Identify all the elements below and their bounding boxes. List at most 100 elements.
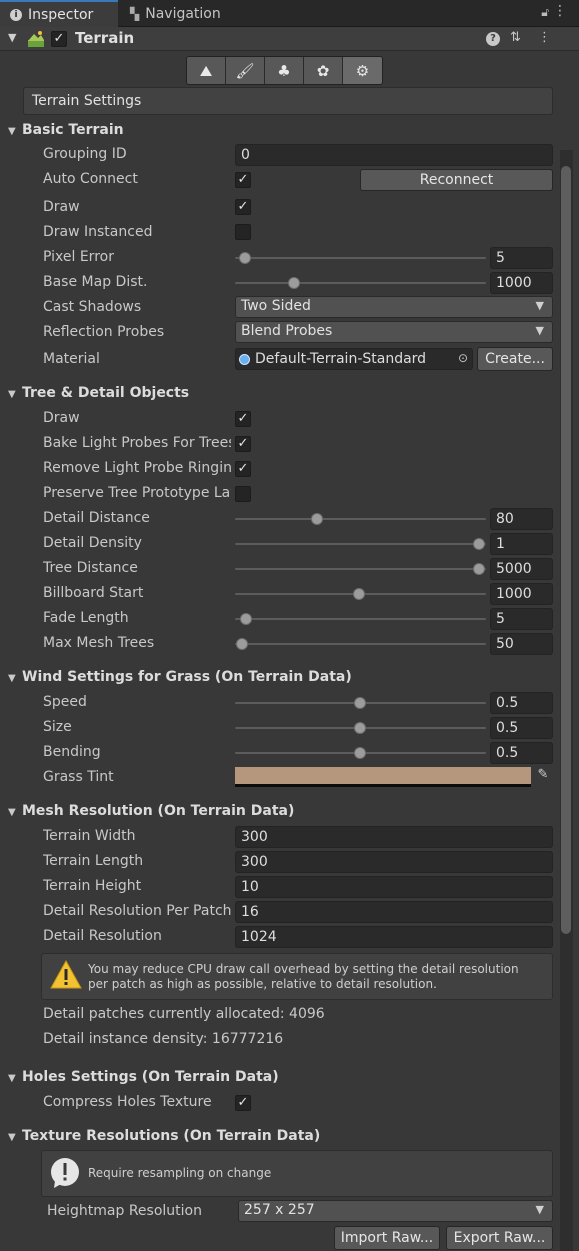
terrain-settings-gear-icon[interactable]: ⚙︎ [343,57,382,84]
fade-length-slider-track[interactable] [235,618,486,620]
billboard-start-slider-thumb[interactable] [353,588,365,600]
tree-detail-foldout[interactable]: ▼ Tree & Detail Objects [8,385,189,401]
detail-resolution-warning-box: You may reduce CPU draw call overhead by… [41,953,553,1000]
max-mesh-trees-field[interactable]: 50 [490,633,553,655]
detail-density-field[interactable]: 1 [490,533,553,555]
warning-icon [50,960,82,989]
eyedropper-icon[interactable]: ✎ [533,767,553,787]
bake-light-probes-label: Bake Light Probes For Trees [43,435,231,451]
auto-connect-checkbox[interactable]: ✓ [235,172,251,188]
compress-holes-checkbox[interactable]: ✓ [235,1095,251,1111]
lock-icon[interactable]: 🔓︎ [541,5,549,20]
scrollbar-thumb[interactable] [561,166,571,934]
holes-settings-foldout[interactable]: ▼ Holes Settings (On Terrain Data) [8,1069,279,1085]
terrain-length-field[interactable]: 300 [235,851,553,873]
tree-draw-checkbox[interactable]: ✓ [235,411,251,427]
base-map-dist-slider-thumb[interactable] [288,277,300,289]
max-mesh-trees-slider-thumb[interactable] [236,638,248,650]
mesh-resolution-foldout[interactable]: ▼ Mesh Resolution (On Terrain Data) [8,803,294,819]
pixel-error-slider-thumb[interactable] [239,252,251,264]
tab-inspector[interactable]: i Inspector [0,0,118,27]
wind-speed-field[interactable]: 0.5 [490,692,553,714]
preserve-tree-prototype-checkbox[interactable] [235,486,251,502]
inspector-scrollbar[interactable] [560,150,573,1251]
preset-icon[interactable]: ⇅ [510,30,521,45]
grouping-id-field[interactable]: 0 [235,144,553,166]
detail-distance-slider-track[interactable] [235,518,486,520]
draw-instanced-checkbox[interactable] [235,224,251,240]
cast-shadows-dropdown[interactable]: Two Sided ▼ [235,296,553,318]
foldout-arrow-icon[interactable]: ▼ [8,31,16,44]
detail-density-slider-track[interactable] [235,543,486,545]
wind-settings-header: Wind Settings for Grass (On Terrain Data… [22,669,352,685]
fade-length-slider-thumb[interactable] [240,613,252,625]
grass-tint-color-field[interactable] [235,767,531,787]
pixel-error-field[interactable]: 5 [490,247,553,269]
component-title: Terrain [75,29,135,47]
tree-distance-slider-track[interactable] [235,568,486,570]
wind-bending-label: Bending [43,744,101,760]
pixel-error-slider-track[interactable] [235,257,486,259]
billboard-start-field[interactable]: 1000 [490,583,553,605]
mesh-resolution-header: Mesh Resolution (On Terrain Data) [22,803,295,819]
reconnect-button[interactable]: Reconnect [360,169,553,191]
dropdown-caret-icon: ▼ [535,324,544,337]
texture-resolutions-foldout[interactable]: ▼ Texture Resolutions (On Terrain Data) [8,1128,320,1144]
holes-settings-header: Holes Settings (On Terrain Data) [22,1069,279,1085]
wind-size-slider-thumb[interactable] [354,722,366,734]
wind-speed-slider-thumb[interactable] [354,697,366,709]
detail-resolution-label: Detail Resolution [43,928,162,944]
tab-navigation[interactable]: ▚ Navigation [120,0,231,27]
tree-draw-label: Draw [43,410,80,426]
component-enabled-checkbox[interactable]: ✓ [51,31,67,47]
tree-distance-field[interactable]: 5000 [490,558,553,580]
export-raw-button[interactable]: Export Raw... [446,1226,553,1250]
wind-size-field[interactable]: 0.5 [490,717,553,739]
wind-bending-field[interactable]: 0.5 [490,742,553,764]
detail-distance-label: Detail Distance [43,510,150,526]
draw-checkbox[interactable]: ✓ [235,199,251,215]
draw-label: Draw [43,199,80,215]
detail-distance-slider-thumb[interactable] [311,513,323,525]
max-mesh-trees-slider-track[interactable] [235,643,486,645]
paint-details-icon[interactable]: ✿ [304,57,343,84]
tree-distance-slider-thumb[interactable] [473,563,485,575]
terrain-width-field[interactable]: 300 [235,826,553,848]
reflection-probes-dropdown[interactable]: Blend Probes ▼ [235,321,553,343]
help-icon[interactable]: ? [486,32,500,46]
create-neighbor-terrain-icon[interactable]: ⛰︎ [187,57,226,84]
component-menu-icon[interactable]: ⋮ [538,30,551,45]
detail-density-slider-thumb[interactable] [473,538,485,550]
terrain-settings-title: Terrain Settings [32,93,142,109]
foldout-arrow-icon: ▼ [8,673,16,684]
base-map-dist-slider-track[interactable] [235,282,486,284]
detail-resolution-per-patch-field[interactable]: 16 [235,901,553,923]
material-object-field[interactable]: Default-Terrain-Standard ⊙ [235,348,473,370]
basic-terrain-foldout[interactable]: ▼ Basic Terrain [8,122,124,138]
paint-brush-icon[interactable]: 🖌︎ [226,57,265,84]
object-picker-icon[interactable]: ⊙ [458,351,468,365]
terrain-height-field[interactable]: 10 [235,876,553,898]
terrain-component-header[interactable]: ▼ ✓ Terrain ? ⇅ ⋮ [0,27,579,51]
base-map-dist-field[interactable]: 1000 [490,272,553,294]
cast-shadows-label: Cast Shadows [43,299,142,315]
paint-trees-icon[interactable]: ♣︎ [265,57,304,84]
navigation-icon: ▚ [130,6,140,21]
detail-density-label: Detail Density [43,535,142,551]
wind-settings-foldout[interactable]: ▼ Wind Settings for Grass (On Terrain Dat… [8,669,352,685]
detail-distance-field[interactable]: 80 [490,508,553,530]
detail-resolution-field[interactable]: 1024 [235,926,553,948]
import-raw-button[interactable]: Import Raw... [334,1226,440,1250]
more-options-icon[interactable]: ⋮ [553,3,567,19]
heightmap-resolution-dropdown[interactable]: 257 x 257 ▼ [238,1200,553,1222]
fade-length-field[interactable]: 5 [490,608,553,630]
heightmap-resolution-label: Heightmap Resolution [47,1203,202,1219]
base-map-dist-label: Base Map Dist. [43,274,148,290]
create-material-button[interactable]: Create... [477,347,553,371]
bake-light-probes-checkbox[interactable]: ✓ [235,436,251,452]
tree-detail-header: Tree & Detail Objects [22,385,190,401]
remove-light-probe-ringing-checkbox[interactable]: ✓ [235,461,251,477]
material-value: Default-Terrain-Standard [255,351,427,367]
remove-light-probe-ringing-label: Remove Light Probe Ringing [43,460,231,476]
wind-bending-slider-thumb[interactable] [354,747,366,759]
